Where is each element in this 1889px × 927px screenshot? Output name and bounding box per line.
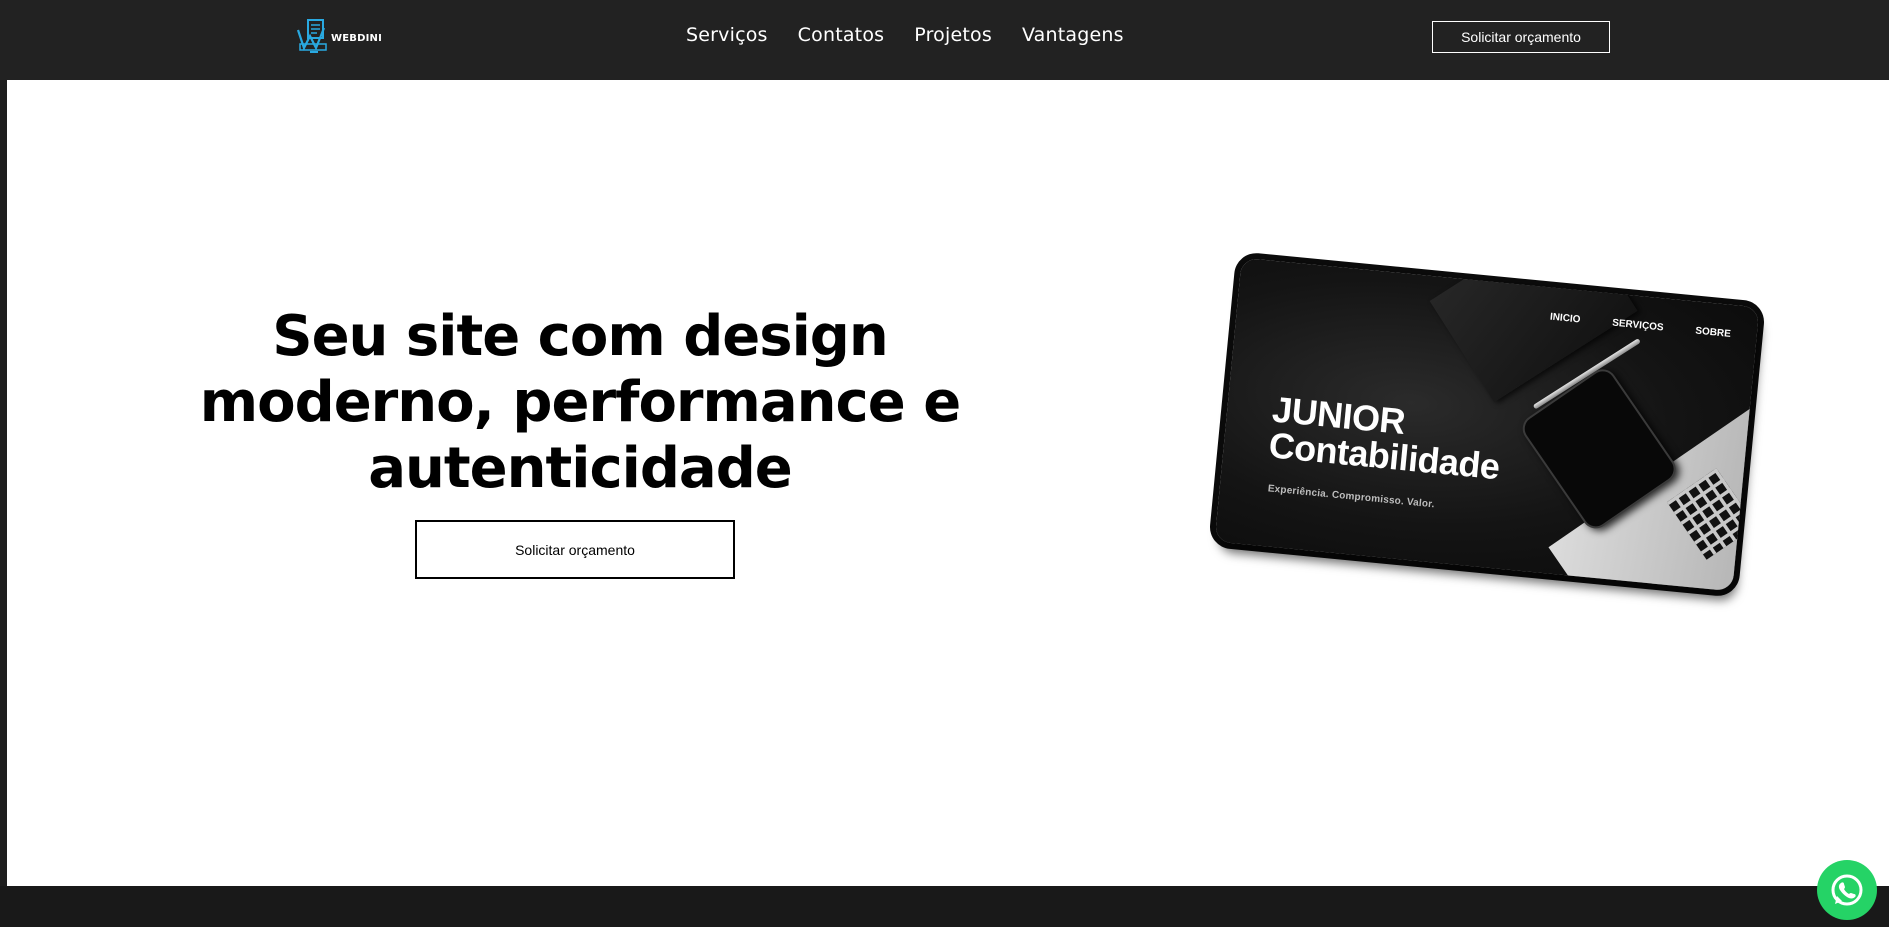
hero-title: Seu site com design moderno, performance… xyxy=(199,304,961,501)
footer-strip xyxy=(0,886,1889,927)
nav-item-servicos[interactable]: Serviços xyxy=(686,24,768,46)
whatsapp-button[interactable] xyxy=(1817,860,1877,920)
monitor-document-icon xyxy=(296,19,327,53)
left-edge-strip xyxy=(0,80,7,886)
nav-item-contatos[interactable]: Contatos xyxy=(798,24,885,46)
site-header: WEBDINI Serviços Contatos Projetos Vanta… xyxy=(0,0,1889,80)
whatsapp-icon xyxy=(1831,874,1863,906)
header-quote-button[interactable]: Solicitar orçamento xyxy=(1432,21,1610,53)
project-mockup-image: INICIO SERVIÇOS SOBRE JUNIOR Contabilida… xyxy=(1214,257,1760,592)
mockup-nav-item-sobre: SOBRE xyxy=(1694,325,1732,340)
mockup-title: JUNIOR Contabilidade xyxy=(1267,388,1504,487)
logo-text: WEBDINI xyxy=(331,32,382,44)
logo[interactable]: WEBDINI xyxy=(296,18,382,54)
hero-quote-button[interactable]: Solicitar orçamento xyxy=(415,520,735,579)
mockup-nav-item-servicos: SERVIÇOS xyxy=(1611,317,1665,334)
nav-item-vantagens[interactable]: Vantagens xyxy=(1022,24,1124,46)
main-nav: Serviços Contatos Projetos Vantagens xyxy=(686,24,1154,46)
mockup-tagline: Experiência. Compromisso. Valor. xyxy=(1267,483,1436,511)
nav-item-projetos[interactable]: Projetos xyxy=(914,24,992,46)
